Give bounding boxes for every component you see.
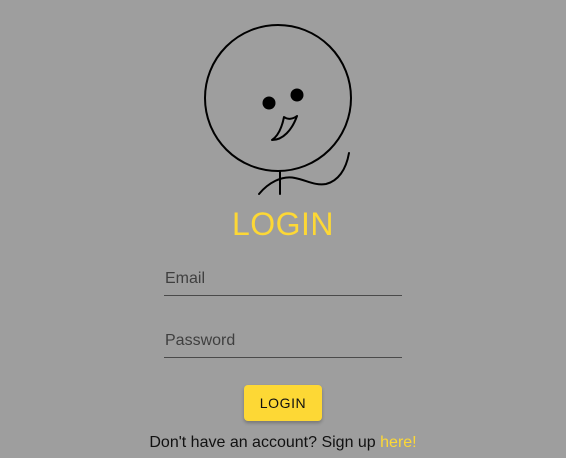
password-input[interactable] <box>164 327 404 355</box>
right-eye <box>290 88 304 102</box>
email-input[interactable] <box>164 265 404 293</box>
stick-figure-face-icon <box>204 24 352 195</box>
mascot-illustration <box>204 24 352 195</box>
head-outline <box>204 24 352 172</box>
signup-prompt: Don't have an account? Sign up here! <box>0 433 566 453</box>
arm-line <box>258 152 350 195</box>
page-title: LOGIN <box>231 206 335 242</box>
left-eye <box>262 96 276 110</box>
email-field[interactable] <box>164 265 404 296</box>
login-button[interactable]: LOGIN <box>244 385 322 421</box>
password-field[interactable] <box>164 327 404 358</box>
mouth-shape <box>271 115 298 141</box>
signup-prompt-text: Don't have an account? Sign up <box>149 434 376 451</box>
signup-link[interactable]: here! <box>380 434 416 451</box>
